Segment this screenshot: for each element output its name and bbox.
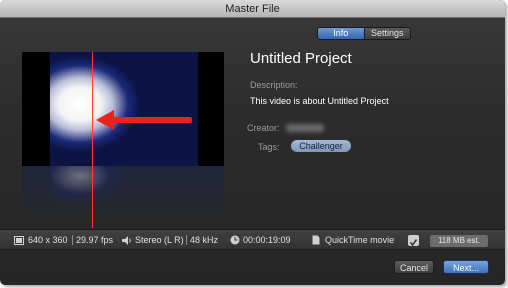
fps-text: 29.97 fps bbox=[76, 235, 114, 245]
creator-value-redacted[interactable] bbox=[286, 124, 324, 132]
tags-label: Tags: bbox=[258, 142, 280, 152]
video-preview-reflection bbox=[22, 166, 224, 228]
file-size-badge: 118 MB est. bbox=[430, 235, 488, 247]
format-text: QuickTime movie bbox=[325, 235, 395, 245]
info-settings-segmented-control[interactable]: Info Settings bbox=[317, 27, 411, 40]
film-icon bbox=[14, 236, 24, 245]
playhead-line[interactable] bbox=[92, 52, 93, 228]
tab-settings[interactable]: Settings bbox=[364, 28, 410, 39]
red-arrow-annotation bbox=[96, 110, 192, 130]
share-dialog-window: Master File Info Settings Untitled Proje… bbox=[0, 0, 505, 285]
document-icon bbox=[312, 235, 320, 245]
audio-channels-text: Stereo (L R) bbox=[135, 235, 184, 245]
resolution-text: 640 x 360 bbox=[28, 235, 68, 245]
duration-text: 00:00:19:09 bbox=[243, 235, 291, 245]
sample-rate-text: 48 kHz bbox=[190, 235, 219, 245]
tag-token[interactable]: Challenger bbox=[291, 140, 351, 152]
project-title: Untitled Project bbox=[250, 50, 352, 67]
checkmark-icon bbox=[409, 239, 418, 247]
tab-info[interactable]: Info bbox=[318, 28, 365, 39]
clock-icon bbox=[230, 235, 240, 245]
speaker-icon bbox=[122, 236, 131, 245]
window-title: Master File bbox=[0, 0, 505, 18]
creator-label: Creator: bbox=[247, 123, 280, 133]
description-label: Description: bbox=[250, 80, 298, 90]
checkbox-icon[interactable] bbox=[408, 235, 419, 247]
description-value[interactable]: This video is about Untitled Project bbox=[250, 96, 389, 106]
file-info-bar: 640 x 360 29.97 fps Stereo (L R) 48 kHz … bbox=[0, 229, 505, 250]
next-button[interactable]: Next... bbox=[443, 260, 489, 274]
cancel-button[interactable]: Cancel bbox=[394, 260, 434, 274]
